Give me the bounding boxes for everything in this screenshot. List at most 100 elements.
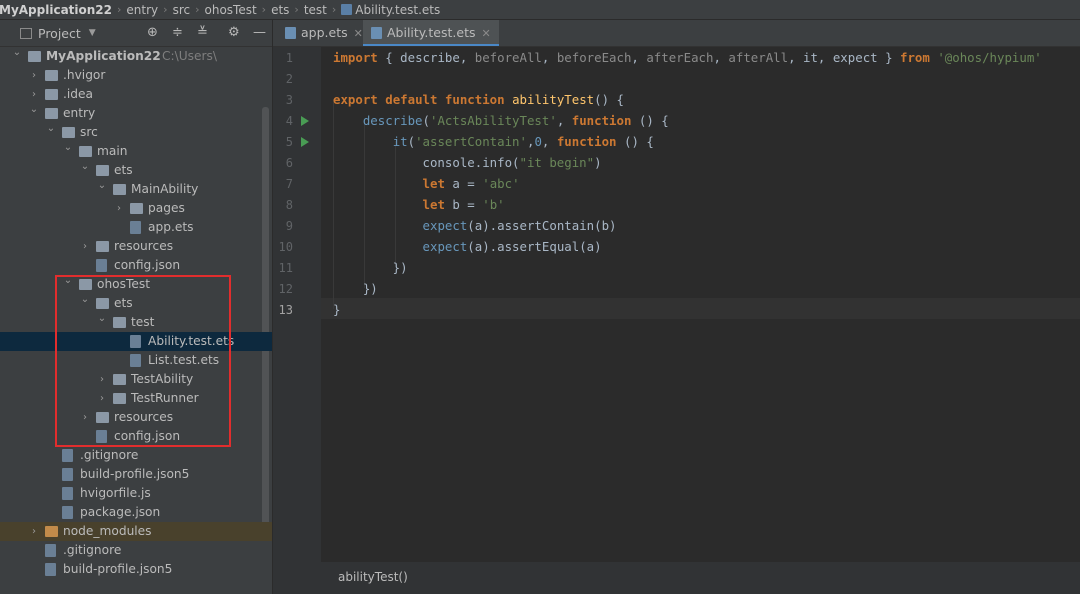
- tab-label: Ability.test.ets: [387, 25, 476, 40]
- tree-item-label: config.json: [114, 258, 181, 272]
- chevron-down-icon[interactable]: ⌄: [97, 176, 107, 195]
- tree-item[interactable]: package.json: [0, 503, 272, 522]
- tree-item[interactable]: ⌄ ets: [0, 161, 272, 180]
- breadcrumb-item[interactable]: ets: [268, 3, 292, 17]
- tree-item-label: entry: [63, 106, 96, 120]
- breadcrumb-separator-icon: ›: [163, 3, 168, 16]
- chevron-right-icon[interactable]: ›: [114, 199, 124, 218]
- chevron-down-icon[interactable]: ▼: [89, 28, 96, 38]
- tree-item[interactable]: build-profile.json5: [0, 465, 272, 484]
- close-icon[interactable]: ✕: [481, 27, 490, 40]
- tree-item[interactable]: .gitignore: [0, 446, 272, 465]
- folder-icon: [45, 89, 58, 100]
- tree-item[interactable]: ⌄ entry: [0, 104, 272, 123]
- line-number: 1: [285, 51, 293, 65]
- tree-item[interactable]: hvigorfile.js: [0, 484, 272, 503]
- expand-icon[interactable]: ≚: [197, 25, 208, 40]
- tree-item-label: .gitignore: [80, 448, 139, 462]
- tree-item[interactable]: › pages: [0, 199, 272, 218]
- file-icon: [62, 468, 73, 481]
- code-line: describe('ActsAbilityTest', function () …: [362, 113, 669, 128]
- close-icon[interactable]: ✕: [354, 27, 363, 40]
- breadcrumb-item[interactable]: entry: [123, 3, 161, 17]
- tree-item-label: app.ets: [148, 220, 194, 234]
- breadcrumb-separator-icon: ›: [117, 3, 122, 16]
- chevron-right-icon[interactable]: ›: [29, 66, 39, 85]
- tree-item[interactable]: app.ets: [0, 218, 272, 237]
- tree-item-label: pages: [148, 201, 185, 215]
- folder-icon: [62, 127, 75, 138]
- chevron-down-icon[interactable]: ⌄: [80, 157, 90, 176]
- chevron-down-icon[interactable]: ⌄: [46, 119, 56, 138]
- file-icon: [62, 487, 73, 500]
- tree-item-label: MainAbility: [131, 182, 199, 196]
- run-test-icon[interactable]: [301, 116, 309, 126]
- tree-item-label: MyApplication22: [46, 49, 161, 63]
- tree-item-label: src: [80, 125, 98, 139]
- code-editor[interactable]: import { describe, beforeAll, beforeEach…: [321, 47, 1080, 562]
- tree-item[interactable]: › node_modules: [0, 522, 272, 541]
- line-number: 11: [278, 261, 293, 275]
- breadcrumb-item[interactable]: ohosTest: [202, 3, 260, 17]
- tree-item-label: .idea: [63, 87, 93, 101]
- folder-icon: [113, 184, 126, 195]
- minimize-icon[interactable]: —: [253, 25, 266, 40]
- project-panel-header: Project ▼ ⊕ ≑ ≚ ⚙ —: [0, 20, 272, 47]
- tab-label: app.ets: [301, 25, 348, 40]
- file-icon: [341, 3, 353, 15]
- tree-item[interactable]: config.json: [0, 256, 272, 275]
- tree-item[interactable]: ⌄ MyApplication22 C:\Users\: [0, 47, 272, 66]
- line-number: 8: [285, 198, 293, 212]
- tree-item-path: C:\Users\: [162, 49, 217, 63]
- file-icon: [371, 27, 382, 39]
- tree-item-label: .hvigor: [63, 68, 106, 82]
- line-number: 13: [278, 303, 293, 317]
- line-number: 7: [285, 177, 293, 191]
- tree-item[interactable]: › resources: [0, 237, 272, 256]
- breadcrumb-separator-icon: ›: [195, 3, 200, 16]
- breadcrumb-separator-icon: ›: [261, 3, 267, 16]
- function-breadcrumb[interactable]: abilityTest(): [338, 570, 408, 584]
- tree-item[interactable]: ⌄ MainAbility: [0, 180, 272, 199]
- tree-item-label: build-profile.json5: [80, 467, 190, 481]
- tab-ability-test-ets[interactable]: Ability.test.ets ✕: [363, 20, 499, 46]
- chevron-right-icon[interactable]: ›: [80, 237, 90, 256]
- code-line: import { describe, beforeAll, beforeEach…: [333, 50, 1042, 65]
- code-line: console.info("it begin"): [333, 155, 602, 170]
- tree-item-label: build-profile.json5: [63, 562, 173, 576]
- line-number: 3: [285, 93, 293, 107]
- project-icon: [20, 27, 32, 39]
- tree-item[interactable]: › .idea: [0, 85, 272, 104]
- tree-item[interactable]: .gitignore: [0, 541, 272, 560]
- code-line: }): [333, 260, 408, 275]
- tree-item[interactable]: ⌄ main: [0, 142, 272, 161]
- tree-item[interactable]: › .hvigor: [0, 66, 272, 85]
- tree-item-label: main: [97, 144, 128, 158]
- target-icon[interactable]: ⊕: [147, 25, 158, 40]
- gear-icon[interactable]: ⚙: [228, 25, 240, 40]
- collapse-all-icon[interactable]: ≑: [172, 25, 183, 40]
- highlight-box: [55, 275, 231, 447]
- code-line: let b = 'b': [422, 197, 505, 212]
- chevron-down-icon[interactable]: ⌄: [63, 138, 73, 157]
- chevron-right-icon[interactable]: ›: [29, 522, 39, 541]
- tree-item[interactable]: build-profile.json5: [0, 560, 272, 579]
- tree-item[interactable]: ⌄ src: [0, 123, 272, 142]
- chevron-down-icon[interactable]: ⌄: [29, 100, 39, 119]
- tree-item-label: resources: [114, 239, 174, 253]
- tab-app-ets[interactable]: app.ets ✕: [279, 20, 369, 46]
- breadcrumb-item[interactable]: MyApplication22: [0, 3, 115, 17]
- folder-icon: [45, 526, 58, 537]
- breadcrumb-item[interactable]: test: [301, 3, 330, 17]
- breadcrumb-item[interactable]: src: [170, 3, 194, 17]
- breadcrumb-item[interactable]: Ability.test.ets: [338, 3, 443, 17]
- code-line: let a = 'abc': [422, 176, 520, 191]
- tree-item-label: ets: [114, 163, 133, 177]
- chevron-down-icon[interactable]: ⌄: [12, 47, 22, 62]
- folder-icon: [96, 165, 109, 176]
- file-icon: [285, 27, 296, 39]
- code-line: expect(a).assertContain(b): [422, 218, 617, 233]
- folder-icon: [45, 108, 58, 119]
- run-test-icon[interactable]: [301, 137, 309, 147]
- project-panel-title[interactable]: Project: [38, 26, 81, 41]
